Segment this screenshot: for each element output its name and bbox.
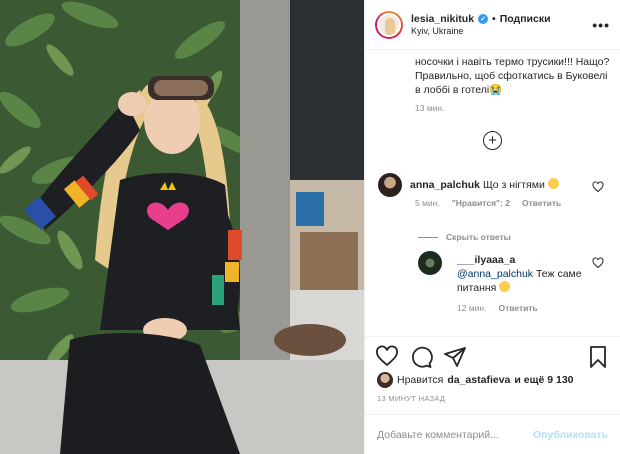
comment-username[interactable]: anna_palchuk — [410, 179, 480, 191]
reply-reply-button[interactable]: Ответить — [498, 303, 537, 313]
grinning-emoji-icon — [547, 178, 559, 189]
post-timestamp[interactable]: 13 минут назад — [377, 394, 445, 403]
liker-username[interactable]: da_astafieva — [447, 374, 510, 386]
reply-comment: ___ilyaaa_a @anna_palchuk Теж саме питан… — [457, 253, 587, 295]
like-comment-heart-icon[interactable] — [592, 181, 604, 193]
verified-badge-icon: ✓ — [478, 14, 489, 24]
load-more-comments-button[interactable]: + — [483, 131, 502, 150]
add-comment-bar: Опубликовать — [365, 414, 620, 454]
post-actions — [365, 336, 620, 376]
comment-time[interactable]: 5 мин. — [415, 198, 440, 208]
caption-time[interactable]: 13 мин. — [415, 103, 444, 113]
post-caption: носочки і навіть термо трусики!!! Нащо? … — [415, 56, 610, 96]
more-options-icon[interactable]: ••• — [592, 17, 610, 33]
share-paper-plane-icon[interactable] — [443, 345, 467, 369]
publish-button[interactable]: Опубликовать — [533, 429, 608, 441]
divider-line — [418, 236, 438, 238]
hide-replies-label: Скрыть ответы — [446, 232, 511, 242]
reply-avatar[interactable] — [418, 251, 442, 275]
author-username[interactable]: lesia_nikituk — [411, 13, 474, 25]
comment-reply-button[interactable]: Ответить — [522, 198, 561, 208]
comment-bubble-icon[interactable] — [409, 345, 433, 369]
comment-meta: 5 мин. "Нравится": 2 Ответить — [415, 198, 561, 208]
liker-avatar[interactable] — [377, 372, 393, 388]
likes-count[interactable]: и ещё 9 130 — [514, 374, 573, 386]
photo-illustration — [0, 0, 364, 454]
like-heart-icon[interactable] — [375, 345, 399, 369]
post-side-panel: lesia_nikituk ✓ • Подписки Kyiv, Ukraine… — [364, 0, 620, 454]
reply-mention-link[interactable]: @anna_palchuk — [457, 268, 533, 280]
reply-username[interactable]: ___ilyaaa_a — [457, 254, 515, 266]
post-header: lesia_nikituk ✓ • Подписки Kyiv, Ukraine… — [365, 0, 620, 50]
comment-avatar[interactable] — [378, 173, 402, 197]
post-location[interactable]: Kyiv, Ukraine — [411, 26, 592, 36]
comment-likes[interactable]: "Нравится": 2 — [452, 198, 510, 208]
comment-text: Що з нігтями — [480, 179, 548, 191]
comments-section[interactable]: носочки і навіть термо трусики!!! Нащо? … — [365, 51, 620, 336]
grinning-emoji-icon — [499, 281, 511, 292]
like-reply-heart-icon[interactable] — [592, 257, 604, 269]
reply-time[interactable]: 12 мин. — [457, 303, 486, 313]
reply-meta: 12 мин. Ответить — [457, 303, 538, 313]
likes-summary[interactable]: Нравится da_astafieva и ещё 9 130 — [377, 372, 574, 388]
following-button[interactable]: Подписки — [500, 13, 551, 25]
separator-dot: • — [492, 13, 496, 25]
hide-replies-button[interactable]: Скрыть ответы — [418, 232, 511, 242]
post-photo[interactable] — [0, 0, 364, 454]
comment: anna_palchuk Що з нігтями — [410, 178, 590, 192]
save-bookmark-icon[interactable] — [586, 345, 610, 369]
likes-prefix: Нравится — [397, 374, 444, 386]
comment-input[interactable] — [377, 428, 534, 441]
author-avatar[interactable] — [375, 10, 403, 39]
